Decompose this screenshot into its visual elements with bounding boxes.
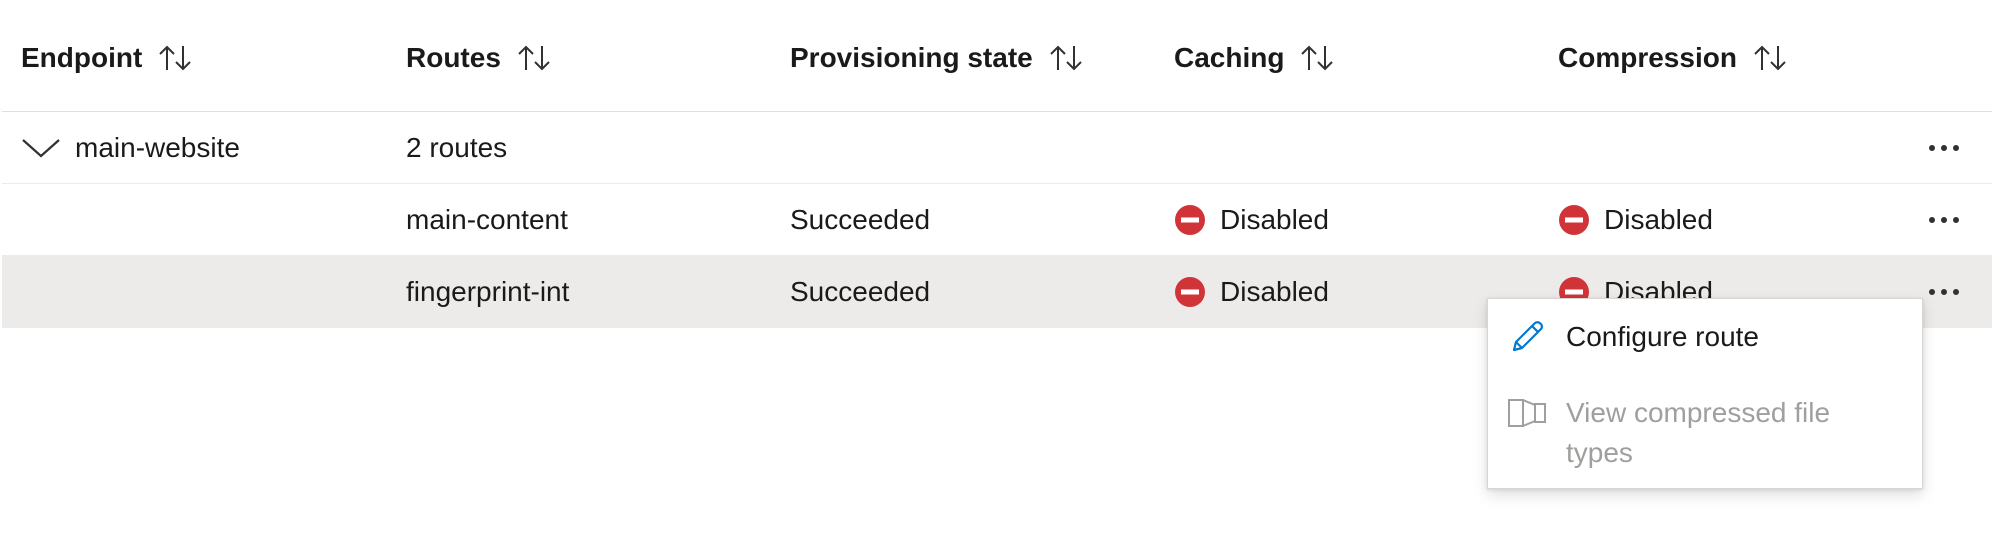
chevron-down-icon[interactable] bbox=[21, 134, 61, 162]
sort-icon[interactable] bbox=[156, 42, 196, 74]
disabled-status-icon bbox=[1175, 277, 1205, 307]
more-icon-dot bbox=[1953, 216, 1959, 223]
menu-item-label: Configure route bbox=[1566, 321, 1760, 352]
caching-status: Disabled bbox=[1174, 184, 1329, 255]
column-header-label: Endpoint bbox=[21, 41, 143, 73]
more-icon-dot bbox=[1953, 144, 1959, 151]
route-name[interactable]: fingerprint-int bbox=[406, 256, 569, 328]
table-row[interactable]: main-content Succeeded Disabled Disabled bbox=[2, 184, 1992, 256]
menu-item-view-compressed-file-types[interactable]: View compressed file types bbox=[1488, 393, 1922, 473]
more-icon-dot bbox=[1929, 144, 1935, 151]
group-row-endpoint[interactable]: main-website 2 routes bbox=[2, 112, 1992, 184]
route-context-menu: Configure route View compressed file typ… bbox=[1487, 298, 1923, 489]
column-header-caching[interactable]: Caching bbox=[1174, 0, 1338, 111]
route-name[interactable]: main-content bbox=[406, 184, 568, 255]
compression-status: Disabled bbox=[1558, 184, 1713, 255]
more-icon-dot bbox=[1953, 289, 1959, 295]
caching-status-label: Disabled bbox=[1220, 276, 1329, 307]
menu-item-configure-route[interactable]: Configure route bbox=[1488, 317, 1922, 357]
column-header-label: Caching bbox=[1174, 41, 1285, 73]
more-icon-dot bbox=[1929, 216, 1935, 223]
more-actions-button[interactable] bbox=[1914, 128, 1974, 168]
provisioning-state: Succeeded bbox=[790, 203, 931, 235]
caching-status-label: Disabled bbox=[1220, 203, 1329, 235]
more-icon-dot bbox=[1929, 289, 1935, 295]
sort-icon[interactable] bbox=[1298, 42, 1338, 74]
pencil-icon bbox=[1506, 317, 1548, 357]
routes-count: 2 routes bbox=[406, 131, 508, 163]
column-header-routes[interactable]: Routes bbox=[406, 0, 555, 111]
compression-status-label: Disabled bbox=[1604, 203, 1713, 235]
provisioning-state: Succeeded bbox=[790, 276, 931, 307]
disabled-status-icon bbox=[1559, 204, 1589, 235]
routes-grid: Endpoint Routes Provisioning state Cachi… bbox=[2, 0, 1992, 328]
sort-icon[interactable] bbox=[1047, 42, 1087, 74]
disabled-status-icon bbox=[1175, 204, 1205, 235]
more-icon-dot bbox=[1941, 216, 1947, 223]
sort-icon[interactable] bbox=[515, 42, 555, 74]
column-header-provisioning-state[interactable]: Provisioning state bbox=[790, 0, 1087, 111]
more-icon-dot bbox=[1941, 289, 1947, 295]
more-actions-button[interactable] bbox=[1914, 272, 1974, 312]
column-header-endpoint[interactable]: Endpoint bbox=[21, 0, 196, 111]
more-actions-button[interactable] bbox=[1914, 200, 1974, 240]
column-header-label: Provisioning state bbox=[790, 41, 1033, 73]
more-icon-dot bbox=[1941, 144, 1947, 151]
endpoint-name[interactable]: main-website bbox=[75, 132, 240, 164]
column-header-compression[interactable]: Compression bbox=[1558, 0, 1791, 111]
sort-icon[interactable] bbox=[1751, 42, 1791, 74]
column-header-label: Routes bbox=[406, 41, 501, 73]
compressed-files-icon bbox=[1506, 393, 1548, 433]
grid-header: Endpoint Routes Provisioning state Cachi… bbox=[2, 0, 1992, 112]
caching-status: Disabled bbox=[1174, 256, 1329, 328]
column-header-label: Compression bbox=[1558, 41, 1737, 73]
menu-item-label: View compressed file types bbox=[1566, 397, 1831, 468]
